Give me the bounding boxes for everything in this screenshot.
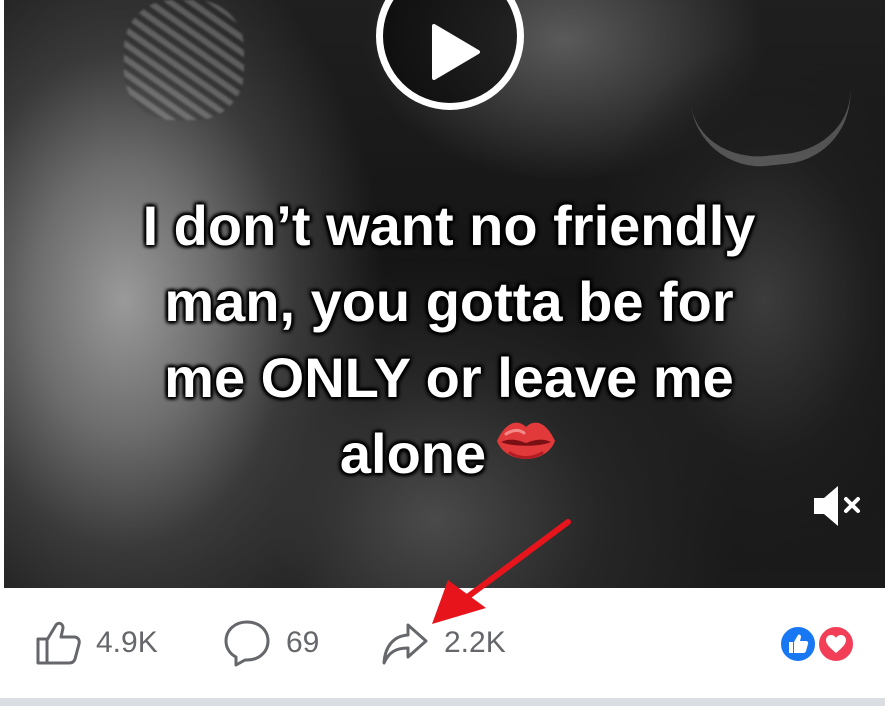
post-action-bar: 4.9K 69 2.2K (0, 588, 885, 700)
like-count: 4.9K (96, 626, 158, 659)
like-button[interactable]: 4.9K (34, 618, 158, 668)
mute-button[interactable] (810, 482, 866, 530)
speaker-muted-icon (814, 486, 860, 526)
video-player[interactable]: I don’t want no friendly man, you gotta … (4, 0, 885, 588)
caption-line-last: alone (64, 416, 834, 496)
share-count: 2.2K (444, 626, 506, 659)
love-reaction-icon (816, 624, 856, 664)
play-button[interactable] (376, 0, 524, 110)
share-button[interactable]: 2.2K (380, 618, 506, 668)
facebook-video-post: I don’t want no friendly man, you gotta … (0, 0, 885, 706)
comment-button[interactable]: 69 (222, 618, 319, 668)
video-caption: I don’t want no friendly man, you gotta … (64, 188, 834, 496)
caption-line: alone (339, 422, 487, 485)
like-reaction-icon (778, 624, 818, 664)
reaction-summary[interactable] (778, 624, 862, 664)
play-icon (432, 24, 480, 80)
comment-bubble-icon (224, 620, 270, 667)
comment-count: 69 (286, 626, 320, 659)
share-arrow-icon (382, 623, 428, 665)
divider (0, 698, 885, 706)
lips-kiss-emoji-icon (494, 414, 558, 490)
thumbs-up-icon (36, 621, 81, 665)
caption-line: man, you gotta be for (164, 270, 734, 333)
caption-line: me ONLY or leave me (164, 346, 734, 409)
caption-line: I don’t want no friendly (142, 194, 756, 257)
